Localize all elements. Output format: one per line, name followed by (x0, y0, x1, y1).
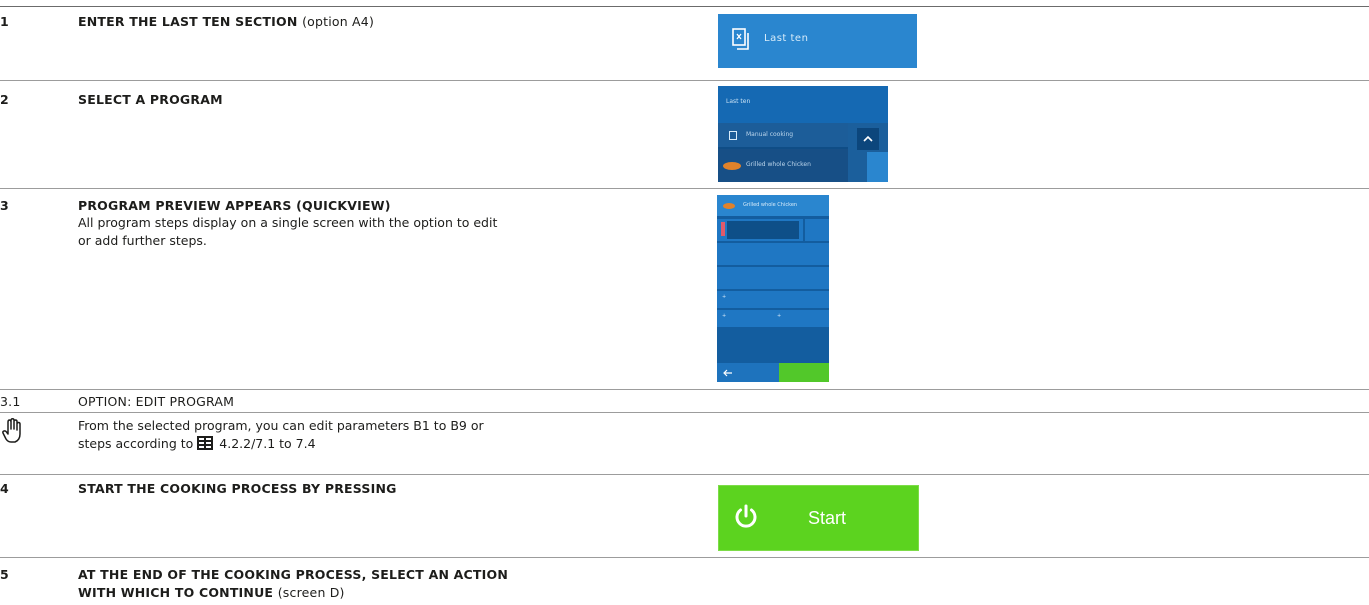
manual-cooking-icon (729, 131, 737, 140)
step-title: PROGRAM PREVIEW APPEARS (QUICKVIEW) (78, 198, 391, 213)
hand-note-icon (2, 418, 21, 443)
row-marker: + (722, 313, 727, 319)
manual-reference-icon (197, 436, 214, 450)
screen-header-label: Grilled whole Chicken (743, 202, 798, 208)
tile-label: Last ten (764, 33, 809, 44)
description-text: steps according to (78, 436, 194, 451)
divider (0, 188, 1369, 189)
step-title: ENTER THE LAST TEN SECTION (option A4) (78, 14, 374, 29)
list-item: Manual cooking (718, 123, 848, 147)
step-number: 3.1 (0, 394, 21, 409)
step-title: OPTION: EDIT PROGRAM (78, 394, 235, 409)
step-row (717, 267, 829, 289)
step-title: SELECT A PROGRAM (78, 92, 223, 107)
step-number: 5 (0, 567, 9, 582)
row-marker: + (722, 294, 727, 300)
quickview-footer (717, 363, 829, 382)
chicken-icon (723, 203, 735, 209)
step-title-suffix: (screen D) (277, 585, 345, 600)
divider (0, 80, 1369, 81)
divider (0, 6, 1369, 7)
description-reference: 4.2.2/7.1 to 7.4 (219, 436, 316, 451)
add-step-row (717, 291, 829, 308)
arrow-left-icon (723, 369, 732, 377)
list-item: Grilled whole Chicken (718, 149, 848, 182)
chicken-icon (723, 162, 741, 170)
step-number: 4 (0, 481, 9, 496)
screen-header-label: Last ten (726, 98, 751, 105)
step-title-text: ENTER THE LAST TEN SECTION (78, 14, 298, 29)
chevron-up-icon (863, 135, 873, 142)
last-ten-icon (732, 28, 749, 50)
step-number: 2 (0, 92, 9, 107)
step-panel (727, 221, 799, 239)
description-line: or add further steps. (78, 233, 207, 248)
step-description: From the selected program, you can edit … (78, 417, 678, 453)
step-title: START THE COOKING PROCESS BY PRESSING (78, 481, 397, 496)
save-panel (805, 219, 829, 241)
list-item-label: Grilled whole Chicken (746, 161, 811, 168)
step-title-line: AT THE END OF THE COOKING PROCESS, SELEC… (78, 567, 508, 582)
step-number: 3 (0, 198, 9, 213)
step-title-suffix: (option A4) (302, 14, 375, 29)
screen-header: Last ten (718, 86, 888, 123)
divider (0, 474, 1369, 475)
step-panel (721, 222, 725, 236)
description-line: From the selected program, you can edit … (78, 418, 484, 433)
screen-header: Grilled whole Chicken (717, 195, 829, 216)
select-program-screenshot: Last ten Manual cooking Grilled whole Ch… (718, 86, 888, 182)
description-line: All program steps display on a single sc… (78, 215, 498, 230)
list-item-label: Manual cooking (746, 131, 794, 138)
start-button: Start (718, 485, 919, 551)
step-title-text: WITH WHICH TO CONTINUE (78, 585, 274, 600)
scroll-sidebar (848, 123, 888, 182)
scroll-track (867, 152, 888, 182)
step-description: All program steps display on a single sc… (78, 214, 678, 250)
divider (0, 389, 1369, 390)
power-icon (735, 504, 757, 528)
step-row (717, 243, 829, 265)
step-number: 1 (0, 14, 9, 29)
divider (0, 557, 1369, 558)
scroll-up-button (857, 128, 879, 150)
start-mini-button (779, 363, 829, 382)
divider (0, 412, 1369, 413)
action-row (717, 310, 829, 327)
step-title-line: WITH WHICH TO CONTINUE (screen D) (78, 585, 345, 600)
quickview-screenshot: Grilled whole Chicken + + + (717, 195, 829, 382)
description-line-with-reference: steps according to 4.2.2/7.1 to 7.4 (78, 435, 678, 453)
last-ten-tile: Last ten (718, 14, 917, 68)
row-marker: + (777, 313, 782, 319)
start-button-label: Start (808, 508, 847, 528)
